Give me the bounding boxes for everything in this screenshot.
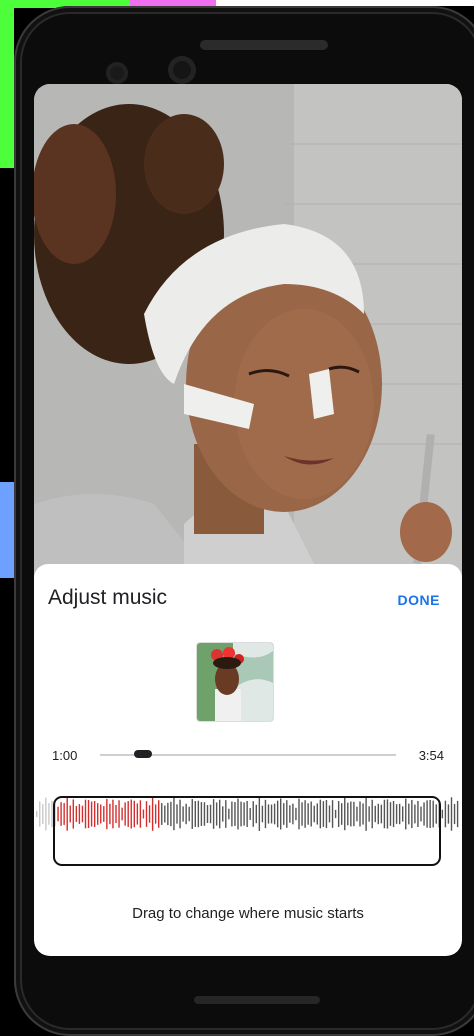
selection-window[interactable] bbox=[53, 796, 441, 866]
adjust-music-sheet: Adjust music DONE 1:00 3:54 Drag to chan… bbox=[34, 564, 462, 956]
waveform-bar bbox=[42, 804, 44, 824]
front-camera-right bbox=[168, 56, 196, 84]
phone-bottom-bar bbox=[194, 996, 320, 1004]
sheet-title: Adjust music bbox=[48, 586, 168, 609]
waveform-bar bbox=[444, 800, 447, 828]
front-camera-left bbox=[106, 62, 128, 84]
waveform-bar bbox=[45, 797, 47, 831]
phone-screen: Adjust music DONE 1:00 3:54 Drag to chan… bbox=[34, 84, 462, 956]
background-strip-blue bbox=[0, 482, 14, 578]
done-button[interactable]: DONE bbox=[398, 592, 440, 608]
end-time-label: 3:54 bbox=[418, 748, 444, 763]
video-preview-photo bbox=[34, 84, 462, 604]
start-time-label: 1:00 bbox=[52, 748, 78, 763]
waveform-bar bbox=[456, 800, 459, 828]
waveform-bar bbox=[39, 801, 41, 827]
waveform-bar bbox=[48, 803, 50, 825]
waveform-bar bbox=[447, 804, 450, 824]
waveform-bar bbox=[453, 803, 456, 825]
drag-hint-text: Drag to change where music starts bbox=[132, 905, 364, 922]
album-art-thumbnail bbox=[196, 642, 274, 722]
waveform-bar bbox=[450, 797, 453, 831]
phone-speaker bbox=[200, 40, 328, 50]
waveform-bar bbox=[36, 811, 38, 817]
waveform-bar bbox=[441, 809, 444, 819]
position-slider-thumb[interactable] bbox=[134, 750, 152, 758]
background-strip-green bbox=[0, 0, 14, 168]
